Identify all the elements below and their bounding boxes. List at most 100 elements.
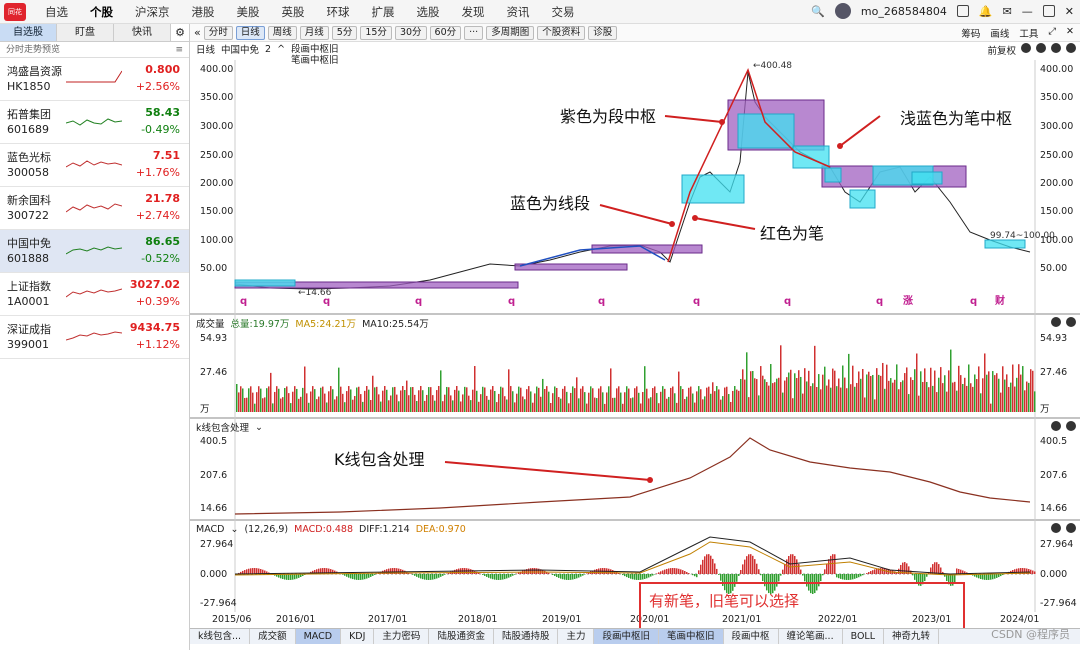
volume-bar xyxy=(952,382,954,412)
macd-bar xyxy=(778,574,780,582)
nav-item[interactable]: 自选 xyxy=(34,4,79,20)
close-chart-icon[interactable]: ✕ xyxy=(1066,26,1074,40)
period-button[interactable]: 多周期图 xyxy=(486,25,535,40)
volume-bar xyxy=(888,380,890,412)
gear-icon[interactable] xyxy=(1066,317,1076,327)
period-button[interactable]: 60分 xyxy=(429,25,462,40)
nav-item[interactable]: 沪深京 xyxy=(124,4,181,20)
volume-bar xyxy=(706,387,708,412)
menu-icon[interactable]: ≡ xyxy=(175,42,183,58)
period-button[interactable]: ··· xyxy=(464,25,484,40)
macd-bar xyxy=(438,574,440,578)
period-button[interactable]: 15分 xyxy=(360,25,392,40)
nav-item[interactable]: 资讯 xyxy=(496,4,541,20)
stock-code: 1A0001 xyxy=(7,295,50,308)
sparkline-icon xyxy=(66,331,122,341)
indicator-tab[interactable]: 成交额 xyxy=(250,629,296,644)
nav-item[interactable]: 美股 xyxy=(226,4,271,20)
close-panel-icon[interactable] xyxy=(1051,317,1061,327)
indicator-tab[interactable]: KDJ xyxy=(341,629,375,644)
volume-bar xyxy=(658,403,660,412)
indicator-tab[interactable]: 主力密码 xyxy=(374,629,430,644)
macd-bar xyxy=(982,574,984,580)
gear-icon[interactable] xyxy=(1066,523,1076,533)
period-button[interactable]: 月线 xyxy=(299,25,329,40)
nav-item[interactable]: 英股 xyxy=(271,4,316,20)
chips-button[interactable]: 筹码 xyxy=(961,26,980,40)
search-icon[interactable]: 🔍 xyxy=(811,5,825,18)
notification-icon[interactable]: 🔔 xyxy=(979,5,993,18)
stock-item[interactable]: 蓝色光标 300058 7.51 +1.76% xyxy=(0,144,189,187)
nav-item[interactable]: 环球 xyxy=(316,4,361,20)
macd-bar xyxy=(676,568,678,574)
window-icon[interactable] xyxy=(956,5,969,17)
volume-bar xyxy=(326,402,328,412)
nav-item[interactable]: 发现 xyxy=(451,4,496,20)
nav-item[interactable]: 港股 xyxy=(181,4,226,20)
indicator-tab[interactable]: MACD xyxy=(295,629,342,644)
volume-bar xyxy=(868,371,870,412)
stock-item[interactable]: 上证指数 1A0001 3027.02 +0.39% xyxy=(0,273,189,316)
volume-bar xyxy=(392,387,394,412)
volume-bar xyxy=(346,391,348,412)
close-panel-icon[interactable] xyxy=(1051,421,1061,431)
stock-item[interactable]: 鸿盛昌资源 HK1850 0.800 +2.56% xyxy=(0,58,189,101)
stock-item[interactable]: 中国中免 601888 86.65 -0.52% xyxy=(0,230,189,273)
tab-news[interactable]: 快讯 xyxy=(114,24,171,41)
minimize-icon[interactable]: — xyxy=(1022,5,1033,18)
drawline-button[interactable]: 画线 xyxy=(990,26,1009,40)
period-button[interactable]: 个股资料 xyxy=(537,25,586,40)
nav-item[interactable]: 个股 xyxy=(79,4,124,20)
period-button[interactable]: 分时 xyxy=(203,25,233,40)
volume-bar xyxy=(978,366,980,412)
indicator-tab[interactable]: 缠论笔画... xyxy=(779,629,843,644)
macd-bar xyxy=(250,568,252,574)
indicator-tab[interactable]: 陆股通资金 xyxy=(429,629,494,644)
close-icon[interactable]: ✕ xyxy=(1065,5,1074,18)
period-button[interactable]: 日线 xyxy=(235,25,265,40)
indicator-tab[interactable]: 陆股通持股 xyxy=(494,629,559,644)
avatar[interactable] xyxy=(834,3,851,19)
fullscreen-icon[interactable]: ⤢ xyxy=(1048,26,1056,40)
indicator-tab[interactable]: 主力 xyxy=(558,629,595,644)
tab-monitor[interactable]: 盯盘 xyxy=(57,24,114,41)
period-button[interactable]: 诊股 xyxy=(588,25,618,40)
macd-bar xyxy=(684,571,686,574)
tools-button[interactable]: 工具 xyxy=(1019,26,1038,40)
indicator-tab[interactable]: 神奇九转 xyxy=(884,629,940,644)
tab-watchlist[interactable]: 自选股 xyxy=(0,24,57,41)
macd-bar xyxy=(788,556,790,574)
period-button[interactable]: 5分 xyxy=(331,25,358,40)
collapse-left-icon[interactable]: « xyxy=(194,26,201,39)
chevron-down-icon[interactable]: ⌄ xyxy=(230,524,238,535)
indicator-tab[interactable]: BOLL xyxy=(843,629,885,644)
nav-item[interactable]: 选股 xyxy=(406,4,451,20)
kline-inclusion-title: k线包含处理 xyxy=(196,423,250,434)
period-button[interactable]: 周线 xyxy=(267,25,297,40)
chart-canvas[interactable]: ←400.48←14.6699.74~100.00q q q q q q q q 涨 q 财 xyxy=(190,42,1080,630)
indicator-tab[interactable]: 段画中枢 xyxy=(724,629,779,644)
period-button[interactable]: 30分 xyxy=(394,25,427,40)
gear-icon[interactable]: ⚙ xyxy=(171,24,189,41)
chevron-down-icon[interactable]: ⌄ xyxy=(255,422,263,433)
nav-item[interactable]: 扩展 xyxy=(361,4,406,20)
macd-bar xyxy=(990,574,992,580)
y-tick-label: 27.46 xyxy=(1040,367,1068,378)
stock-item[interactable]: 深证成指 399001 9434.75 +1.12% xyxy=(0,316,189,359)
volume-bar xyxy=(290,403,292,412)
maximize-icon[interactable] xyxy=(1042,5,1055,17)
indicator-tab[interactable]: 笔画中枢旧 xyxy=(659,629,724,644)
stock-item[interactable]: 拓普集团 601689 58.43 -0.49% xyxy=(0,101,189,144)
volume-bar xyxy=(886,364,888,412)
volume-bar xyxy=(966,385,968,412)
message-icon[interactable]: ✉ xyxy=(1003,5,1012,18)
stock-item[interactable]: 新余国科 300722 21.78 +2.74% xyxy=(0,187,189,230)
close-panel-icon[interactable] xyxy=(1051,523,1061,533)
nav-item[interactable]: 交易 xyxy=(541,4,586,20)
volume-bar xyxy=(394,386,396,412)
gear-icon[interactable] xyxy=(1066,421,1076,431)
volume-bar xyxy=(804,368,806,412)
indicator-tab[interactable]: 段画中枢旧 xyxy=(594,629,659,644)
indicator-tab[interactable]: k线包含... xyxy=(190,629,251,644)
username[interactable]: mo_268584804 xyxy=(861,5,947,18)
